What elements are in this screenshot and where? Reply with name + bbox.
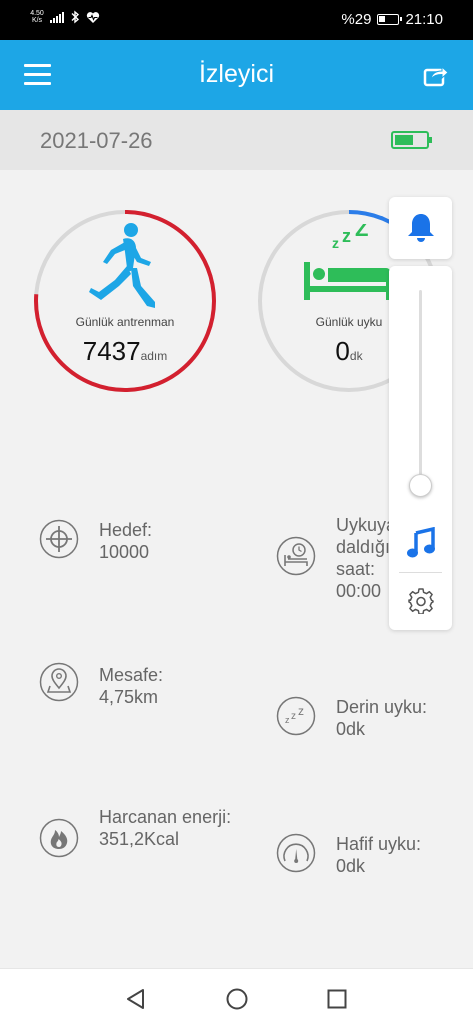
back-icon[interactable] — [124, 987, 148, 1011]
date-label[interactable]: 2021-07-26 — [40, 128, 153, 154]
stat-goal: Hedef: 10000 — [39, 519, 239, 579]
location-icon — [39, 662, 79, 702]
goal-label: Hedef: — [99, 520, 153, 540]
page-title: İzleyici — [198, 60, 274, 88]
settings-gear-icon[interactable] — [408, 588, 434, 614]
bluetooth-icon — [71, 10, 80, 24]
light-sleep-label: Hafif uyku: — [336, 834, 422, 854]
training-ring[interactable]: Günlük antrenman 7437adım — [32, 208, 218, 394]
signal-icon — [50, 11, 64, 23]
bed-clock-icon — [276, 536, 316, 576]
volume-slider-thumb[interactable] — [409, 474, 432, 497]
stat-light-sleep: Hafif uyku: 0dk — [276, 833, 456, 893]
app-bar: İzleyici — [0, 40, 473, 110]
training-label: Günlük antrenman — [75, 315, 175, 329]
system-nav-bar — [0, 968, 473, 1024]
target-icon — [39, 519, 79, 559]
side-control-panel — [389, 266, 452, 630]
home-icon[interactable] — [225, 987, 249, 1011]
stat-sleep-time: Uykuya daldığı saat: 00:00 — [276, 514, 396, 606]
goal-value: 10000 — [99, 542, 150, 562]
svg-text:z: z — [291, 711, 296, 722]
sleep-unit: dk — [349, 349, 363, 363]
training-unit: adım — [140, 349, 168, 363]
training-steps: 7437 — [82, 336, 141, 366]
flame-icon — [39, 818, 79, 858]
clock: 21:10 — [405, 11, 443, 28]
bell-icon[interactable] — [406, 212, 436, 244]
stat-energy: Harcanan enerji: 351,2Kcal — [39, 806, 239, 876]
light-sleep-value: 0dk — [336, 856, 366, 876]
deep-sleep-value: 0dk — [336, 719, 366, 739]
svg-text:z: z — [332, 235, 339, 251]
date-bar: 2021-07-26 — [0, 110, 473, 170]
energy-value: 351,2Kcal — [99, 829, 180, 849]
notification-card[interactable] — [389, 197, 452, 259]
deep-sleep-label: Derin uyku: — [336, 697, 428, 717]
recent-apps-icon[interactable] — [325, 987, 349, 1011]
svg-text:z: z — [285, 715, 290, 725]
stat-distance: Mesafe: 4,75km — [39, 662, 239, 722]
training-value: 7437adım — [32, 336, 218, 367]
battery-status-icon — [377, 14, 403, 25]
sleep-bed-icon: z z Z — [304, 224, 392, 300]
stat-deep-sleep: z z z Derin uyku: 0dk — [276, 696, 456, 756]
heart-rate-icon — [86, 11, 100, 23]
distance-value: 4,75km — [99, 687, 159, 707]
network-speed: 4.50 K/s — [30, 10, 44, 24]
runner-icon — [89, 223, 155, 308]
device-battery-icon — [391, 131, 432, 149]
music-note-icon[interactable] — [406, 527, 436, 559]
svg-text:z: z — [298, 704, 304, 718]
svg-text:Z: Z — [355, 224, 368, 241]
svg-text:z: z — [342, 226, 351, 246]
sleep-minutes: 0 — [335, 336, 350, 366]
gauge-icon — [276, 833, 316, 873]
share-icon[interactable] — [423, 62, 449, 88]
status-bar: 4.50 K/s %29 21:10 — [0, 0, 473, 40]
distance-label: Mesafe: — [99, 665, 164, 685]
energy-label: Harcanan enerji: — [99, 807, 232, 827]
battery-percent: %29 — [341, 11, 372, 28]
volume-slider[interactable] — [419, 290, 422, 490]
zzz-icon: z z z — [276, 696, 316, 736]
panel-divider — [399, 572, 442, 573]
